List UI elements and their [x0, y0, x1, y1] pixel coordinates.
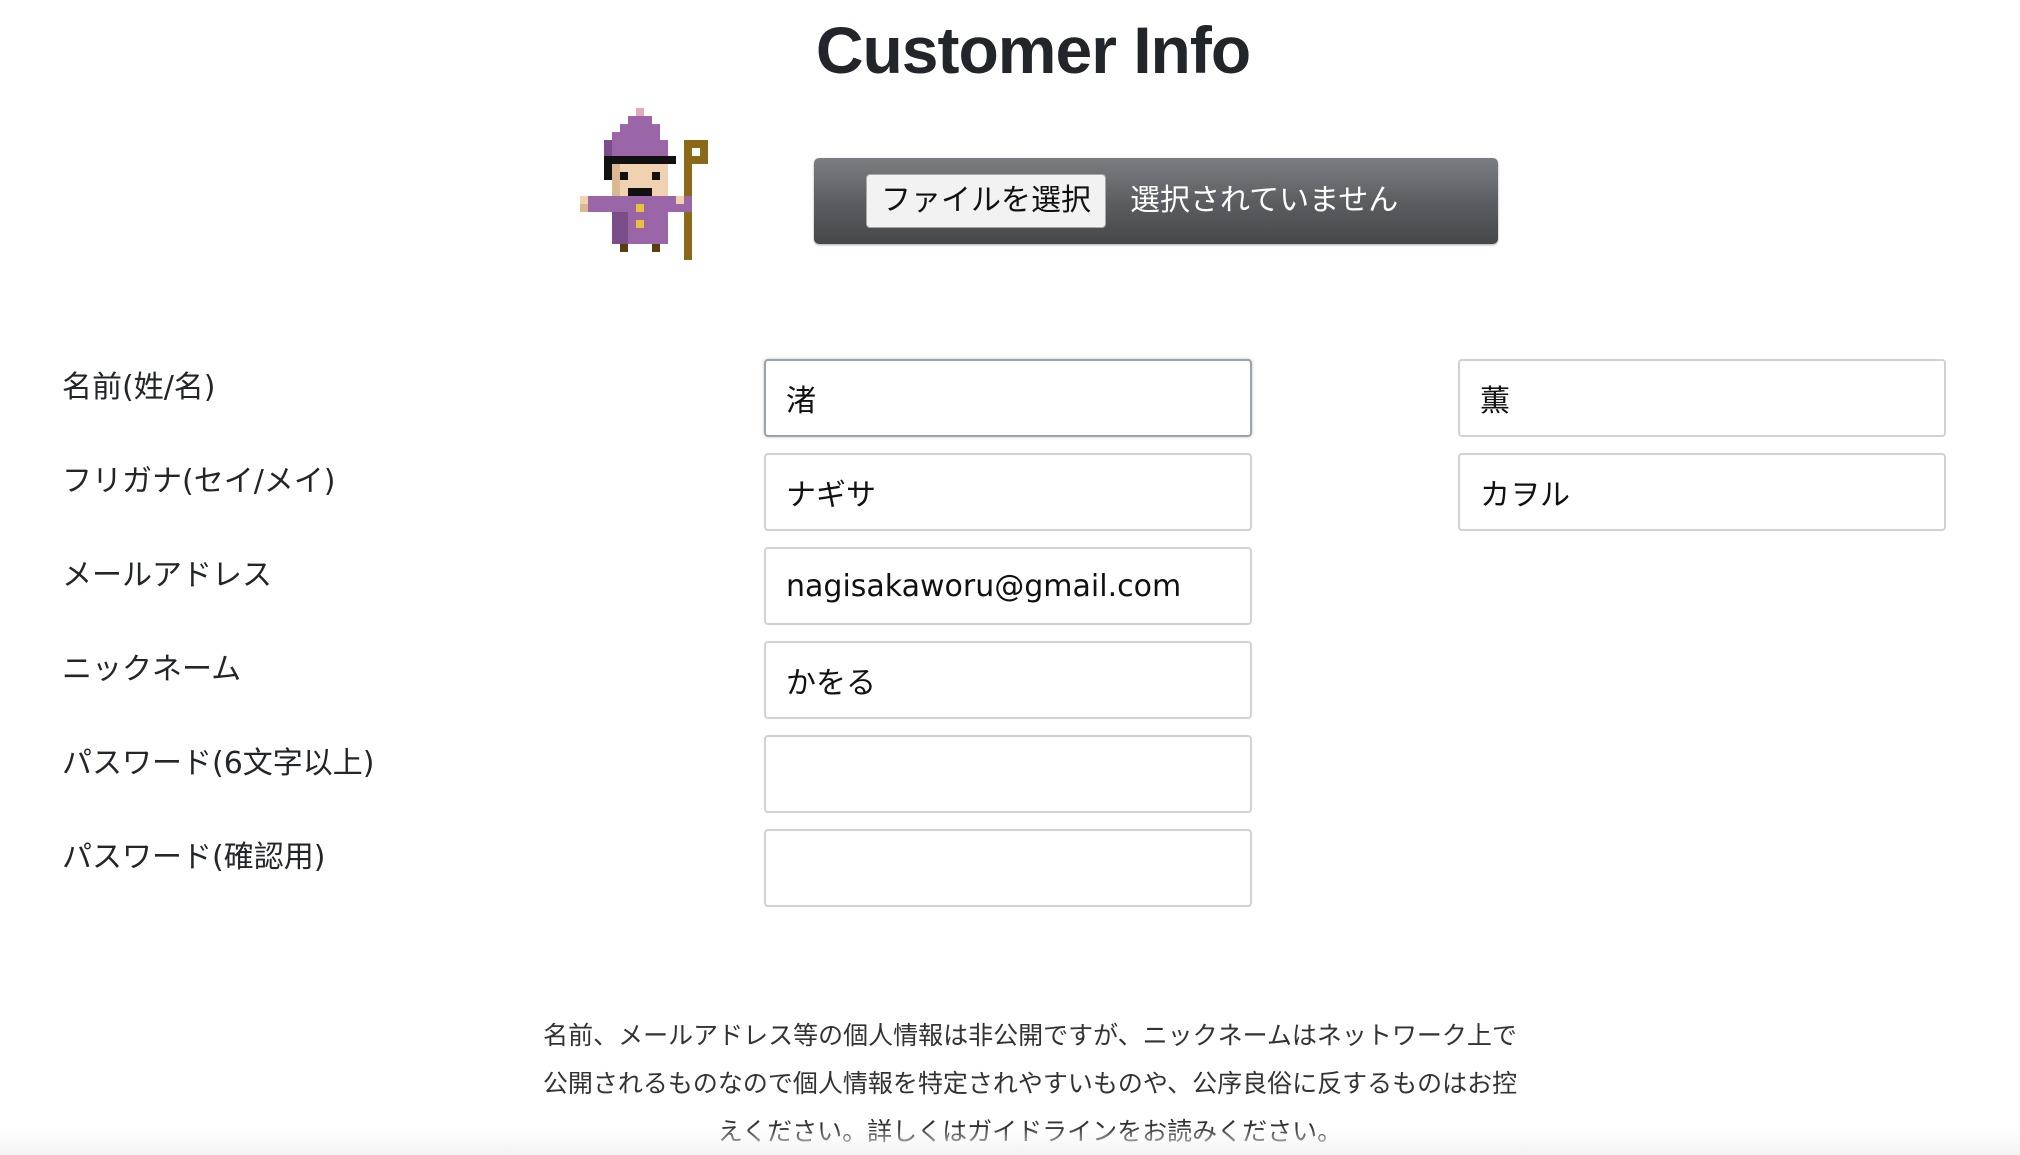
- email-field[interactable]: [764, 547, 1252, 625]
- password-confirm-input[interactable]: [764, 829, 1252, 907]
- customer-info-page: Customer Info ファイルを選択 選択されていません 名前(姓/名) …: [0, 0, 2020, 1155]
- bottom-fade: [0, 1127, 2020, 1155]
- file-upload-field: ファイルを選択 選択されていません: [814, 158, 1498, 244]
- password-label: パスワード(6文字以上): [62, 746, 375, 781]
- last-name-input[interactable]: [764, 359, 1252, 437]
- furigana-label: フリガナ(セイ/メイ): [62, 464, 336, 499]
- privacy-notice-line-1: 名前、メールアドレス等の個人情報は非公開ですが、ニックネームはネットワーク上で: [543, 1021, 1517, 1050]
- last-name-kana-input[interactable]: [764, 453, 1252, 531]
- first-name-kana-input[interactable]: [1458, 453, 1946, 531]
- file-status-text: 選択されていません: [1130, 183, 1399, 218]
- pixel-wizard-icon[interactable]: [580, 108, 756, 292]
- password-confirm-label: パスワード(確認用): [62, 840, 326, 875]
- nickname-label: ニックネーム: [62, 652, 242, 687]
- choose-file-button[interactable]: ファイルを選択: [866, 174, 1106, 228]
- email-label: メールアドレス: [62, 558, 272, 593]
- page-title: Customer Info: [815, 13, 1251, 87]
- first-name-input[interactable]: [1458, 359, 1946, 437]
- nickname-input[interactable]: [764, 641, 1252, 719]
- privacy-notice-line-2: 公開されるものなので個人情報を特定されやすいものや、公序良俗に反するものはお控: [542, 1069, 1518, 1098]
- name-label: 名前(姓/名): [62, 370, 216, 405]
- password-input[interactable]: [764, 735, 1252, 813]
